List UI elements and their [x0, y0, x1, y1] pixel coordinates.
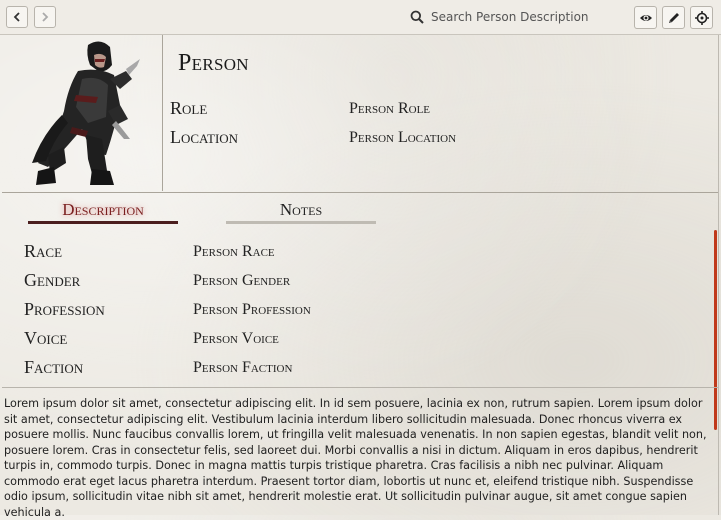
attr-label-profession: Profession: [24, 299, 105, 319]
attr-label-gender: Gender: [24, 270, 81, 290]
header-divider: [2, 192, 718, 193]
scrollbar[interactable]: [714, 230, 717, 430]
attr-label-race: Race: [24, 241, 63, 261]
page-title: Person: [178, 50, 249, 76]
attr-value-profession: Person Profession: [193, 301, 311, 318]
tab-notes[interactable]: Notes: [226, 200, 376, 220]
tab-description[interactable]: Description: [28, 200, 178, 220]
tab-notes-underline: [226, 221, 376, 224]
attr-label-faction: Faction: [24, 357, 84, 377]
eye-icon: [639, 14, 652, 21]
attr-value-voice: Person Voice: [193, 330, 279, 347]
field-value-role: Person Role: [349, 100, 431, 117]
attr-value-race: Person Race: [193, 243, 275, 260]
pencil-icon: [668, 12, 679, 23]
description-divider: [2, 387, 718, 388]
search-box: [410, 7, 632, 27]
locate-button[interactable]: [690, 6, 713, 29]
tab-description-underline: [28, 221, 178, 224]
toolbar: [0, 0, 721, 35]
edit-button[interactable]: [662, 6, 685, 29]
view-button[interactable]: [634, 6, 657, 29]
field-label-location: Location: [170, 127, 239, 147]
field-label-role: Role: [170, 98, 208, 118]
description-text: Lorem ipsum dolor sit amet, consectetur …: [4, 397, 707, 519]
chevron-right-icon: [42, 12, 49, 22]
panel-edge: [718, 35, 719, 515]
attr-value-gender: Person Gender: [193, 272, 291, 289]
field-value-location: Person Location: [349, 129, 457, 146]
forward-button[interactable]: [34, 6, 56, 28]
crosshair-icon: [694, 10, 709, 25]
back-button[interactable]: [6, 6, 28, 28]
attr-value-faction: Person Faction: [193, 359, 293, 376]
character-portrait-icon: [32, 41, 140, 185]
attr-label-voice: Voice: [24, 328, 68, 348]
search-icon: [410, 10, 424, 24]
chevron-left-icon: [13, 12, 20, 22]
portrait-image: [2, 35, 163, 191]
search-input[interactable]: [431, 10, 626, 24]
